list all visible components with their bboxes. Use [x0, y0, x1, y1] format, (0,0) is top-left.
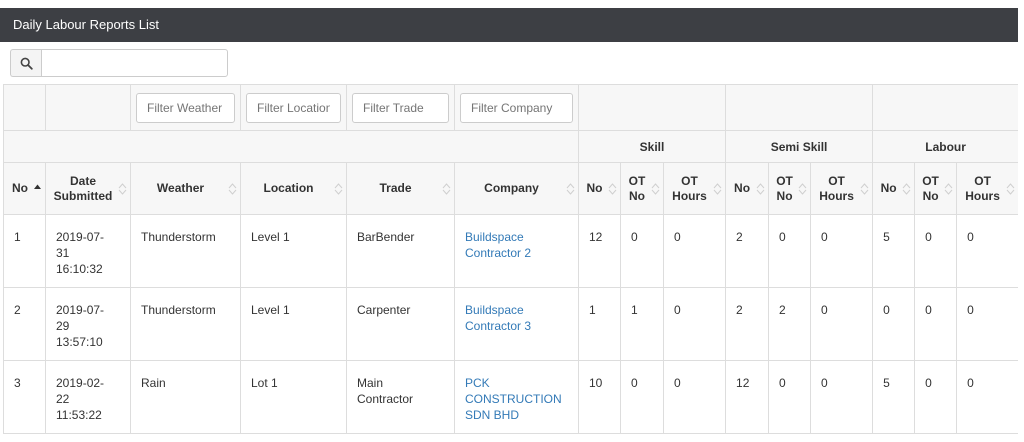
column-header-semi-skill-ot-no[interactable]: OT No	[768, 162, 812, 215]
cell-trade: BarBender	[346, 214, 455, 288]
sort-icon	[756, 182, 765, 195]
cell-skill-ot-no: 0	[620, 360, 664, 434]
cell-date-submitted: 2019-07- 31 16:10:32	[45, 214, 131, 288]
cell-labour-ot-hours: 0	[956, 360, 1018, 434]
cell-trade: Main Contractor	[346, 360, 455, 434]
column-header-skill-ot-no[interactable]: OT No	[620, 162, 664, 215]
column-header-company[interactable]: Company	[454, 162, 579, 215]
sort-icon	[713, 182, 722, 195]
cell-company: Buildspace Contractor 3	[454, 287, 579, 361]
company-link[interactable]: Buildspace Contractor 2	[465, 230, 531, 260]
company-link[interactable]: PCK CONSTRUCTION SDN BHD	[465, 376, 562, 422]
cell-location: Level 1	[240, 287, 347, 361]
cell-labour-no: 5	[872, 214, 916, 288]
table-row[interactable]: 3 2019-02- 22 11:53:22 Rain Lot 1 Main Cont…	[3, 360, 1018, 434]
cell-skill-ot-hours: 0	[662, 287, 727, 361]
daily-labour-reports-panel: Daily Labour Reports List Filter Weather…	[0, 8, 1018, 442]
filter-trade-input[interactable]	[352, 92, 449, 123]
cell-semi-skill-ot-hours: 0	[810, 287, 874, 361]
sort-icon	[902, 182, 911, 195]
column-header-labour-no[interactable]: No	[872, 162, 916, 215]
cell-weather: Thunderstorm	[130, 214, 241, 288]
column-header-row: No Date Submitted Weather Location Trade …	[3, 162, 1018, 215]
cell-location: Level 1	[240, 214, 347, 288]
column-header-location[interactable]: Location	[240, 162, 347, 215]
sort-icon	[1006, 182, 1015, 195]
cell-labour-ot-no: 0	[914, 214, 958, 288]
cell-no: 1	[3, 214, 46, 288]
labour-reports-table: Skill Semi Skill Labour No DateSubmitted…	[3, 84, 1018, 434]
search-row	[0, 42, 1018, 84]
cell-trade: Carpenter	[346, 287, 455, 361]
cell-skill-ot-hours: 0	[662, 360, 727, 434]
filter-company-input[interactable]	[460, 92, 573, 123]
cell-location: Lot 1	[240, 360, 347, 434]
cell-skill-ot-hours: 0	[662, 214, 727, 288]
sort-icon	[118, 182, 127, 195]
sort-icon	[608, 182, 617, 195]
filter-row	[3, 84, 1018, 131]
sort-icon	[651, 182, 660, 195]
filter-location-input[interactable]	[246, 92, 341, 123]
table-row[interactable]: 2 2019-07- 29 13:57:10 Thunderstorm Level …	[3, 287, 1018, 361]
group-header-row: Skill Semi Skill Labour	[3, 130, 1018, 163]
column-header-semi-skill-no[interactable]: No	[725, 162, 770, 215]
cell-no: 3	[3, 360, 46, 434]
sort-icon	[228, 182, 237, 195]
column-header-skill-no[interactable]: No	[578, 162, 621, 215]
column-header-date-submitted[interactable]: Date Submitted	[45, 162, 131, 215]
sort-icon	[860, 182, 869, 195]
cell-company: PCK CONSTRUCTION SDN BHD	[454, 360, 579, 434]
cell-semi-skill-no: 12	[725, 360, 770, 434]
column-header-labour-ot-no[interactable]: OT No	[914, 162, 958, 215]
cell-labour-ot-hours: 0	[956, 214, 1018, 288]
sort-icon	[334, 182, 343, 195]
column-header-semi-skill-ot-hours[interactable]: OT Hours	[810, 162, 874, 215]
company-link[interactable]: Buildspace Contractor 3	[465, 303, 531, 333]
cell-skill-no: 12	[578, 214, 621, 288]
table-row[interactable]: 1 2019-07- 31 16:10:32 Thunderstorm Level …	[3, 214, 1018, 288]
cell-date-submitted: 2019-02- 22 11:53:22	[45, 360, 131, 434]
sort-icon	[442, 182, 451, 195]
sort-icon	[944, 182, 953, 195]
cell-labour-ot-no: 0	[914, 287, 958, 361]
cell-labour-no: 5	[872, 360, 916, 434]
cell-labour-ot-hours: 0	[956, 287, 1018, 361]
group-labour: Labour	[872, 130, 1018, 163]
cell-no: 2	[3, 287, 46, 361]
cell-skill-ot-no: 1	[620, 287, 664, 361]
cell-weather: Thunderstorm	[130, 287, 241, 361]
cell-semi-skill-ot-no: 2	[768, 287, 812, 361]
cell-labour-ot-no: 0	[914, 360, 958, 434]
cell-skill-ot-no: 0	[620, 214, 664, 288]
column-header-trade[interactable]: Trade	[346, 162, 455, 215]
cell-skill-no: 10	[578, 360, 621, 434]
panel-title: Daily Labour Reports List	[0, 8, 1018, 42]
cell-company: Buildspace Contractor 2	[454, 214, 579, 288]
cell-semi-skill-ot-hours: 0	[810, 214, 874, 288]
cell-semi-skill-no: 2	[725, 287, 770, 361]
cell-semi-skill-no: 2	[725, 214, 770, 288]
column-header-skill-ot-hours[interactable]: OT Hours	[662, 162, 727, 215]
column-header-no[interactable]: No	[3, 162, 46, 215]
sort-icon	[566, 182, 575, 195]
cell-semi-skill-ot-no: 0	[768, 214, 812, 288]
filter-weather-input[interactable]	[136, 92, 235, 123]
cell-weather: Rain	[130, 360, 241, 434]
sort-icon	[798, 182, 807, 195]
cell-date-submitted: 2019-07- 29 13:57:10	[45, 287, 131, 361]
cell-semi-skill-ot-hours: 0	[810, 360, 874, 434]
cell-labour-no: 0	[872, 287, 916, 361]
cell-semi-skill-ot-no: 0	[768, 360, 812, 434]
search-button[interactable]	[10, 49, 42, 77]
search-icon	[20, 57, 33, 70]
search-input[interactable]	[41, 49, 228, 77]
cell-skill-no: 1	[578, 287, 621, 361]
group-semi-skill: Semi Skill	[725, 130, 874, 163]
column-header-weather[interactable]: Weather	[130, 162, 241, 215]
group-skill: Skill	[577, 130, 727, 163]
column-header-labour-ot-hours[interactable]: OT Hours	[956, 162, 1018, 215]
sort-asc-icon	[34, 184, 41, 189]
